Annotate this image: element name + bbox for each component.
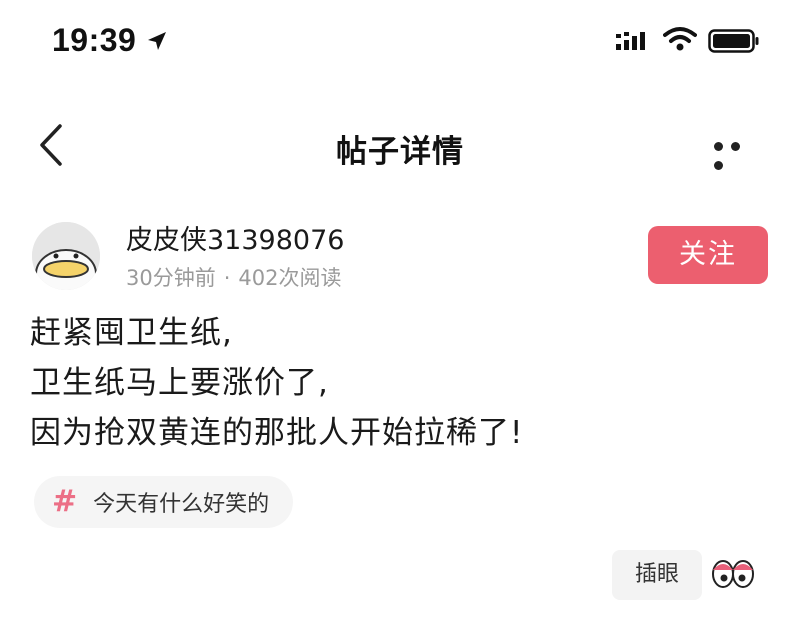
post-content: 赶紧囤卫生纸, 卫生纸马上要涨价了, 因为抢双黄连的那批人开始拉稀了!	[30, 308, 770, 458]
battery-icon	[708, 29, 759, 53]
status-time: 19:39	[52, 22, 137, 58]
follow-button[interactable]: 关注	[648, 226, 768, 284]
signal-icon	[616, 32, 645, 50]
hashtag-icon: #	[52, 484, 78, 519]
nav-bar: 帖子详情	[0, 100, 800, 190]
post-line: 赶紧囤卫生纸,	[30, 315, 233, 351]
meta-separator: ·	[223, 266, 231, 290]
post-meta: 30分钟前 · 402次阅读	[126, 262, 342, 292]
topic-tag[interactable]: # 今天有什么好笑的	[34, 476, 294, 528]
avatar[interactable]	[32, 222, 100, 290]
author-name[interactable]: 皮皮侠31398076	[126, 218, 344, 257]
post-detail-screen: 19:39 帖子详情 皮皮侠31398076 30分钟前 · 402次阅读 关注…	[0, 0, 800, 620]
post-time: 30分钟前	[126, 266, 216, 290]
status-bar: 19:39	[0, 0, 800, 90]
bookmark-chip[interactable]: 插眼	[612, 550, 702, 600]
wifi-icon	[663, 27, 697, 51]
page-title: 帖子详情	[336, 134, 464, 170]
post-line: 因为抢双黄连的那批人开始拉稀了!	[30, 415, 524, 451]
avatar-face-icon	[32, 222, 100, 290]
topic-label: 今天有什么好笑的	[93, 492, 270, 517]
more-dots-icon[interactable]	[714, 136, 764, 170]
location-arrow-icon	[148, 32, 166, 50]
read-count: 402次阅读	[238, 266, 342, 290]
eyes-icon[interactable]	[710, 556, 756, 590]
post-line: 卫生纸马上要涨价了,	[30, 365, 329, 401]
